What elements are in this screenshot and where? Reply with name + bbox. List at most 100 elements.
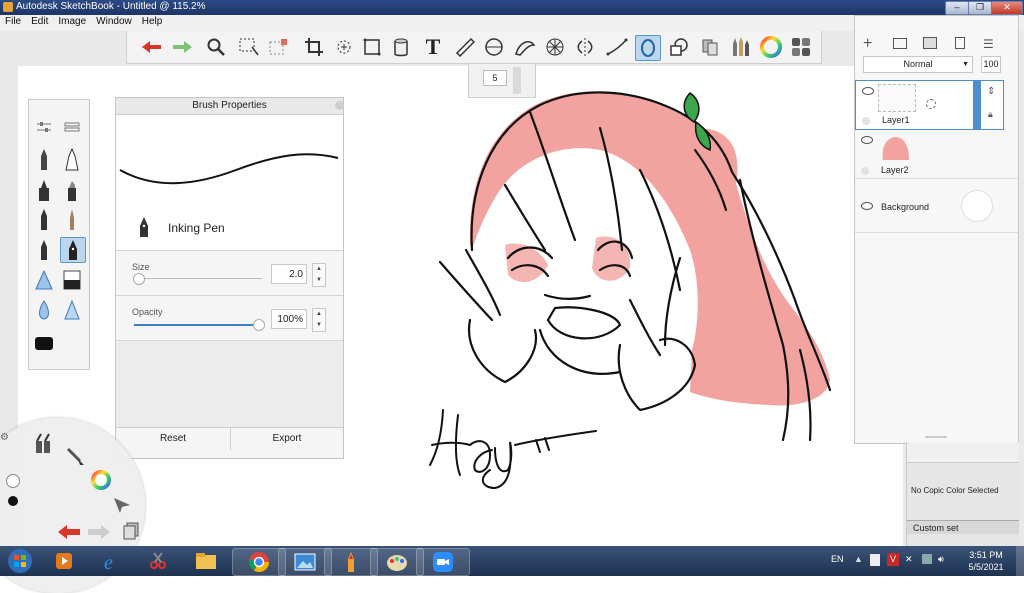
clear-layer-icon[interactable] — [955, 37, 965, 49]
select-icon[interactable] — [237, 35, 261, 59]
blur-brush-icon[interactable] — [32, 298, 56, 322]
panel-close-icon[interactable] — [335, 101, 344, 110]
brush-size-puck[interactable]: 5 — [468, 63, 536, 98]
sharpen-brush-icon[interactable] — [60, 298, 84, 322]
tray-app-icon[interactable] — [870, 554, 880, 566]
transform-select-icon[interactable] — [267, 35, 291, 59]
size-slider-knob[interactable] — [133, 273, 145, 285]
perspective-icon[interactable] — [543, 35, 567, 59]
brush-settings-icon[interactable] — [32, 117, 56, 137]
zoom-icon[interactable] — [204, 35, 228, 59]
panels-icon[interactable] — [789, 35, 813, 59]
copic-icon[interactable] — [698, 35, 722, 59]
brush-picker-icon[interactable] — [66, 447, 86, 470]
brush-palette — [28, 99, 90, 370]
layer-row-background[interactable]: Background — [855, 180, 1018, 233]
felt-tip-brush-icon[interactable] — [60, 178, 84, 202]
toolbox-icon[interactable] — [33, 432, 53, 457]
layer1-thumbnail — [878, 84, 916, 112]
tray-expand-icon[interactable]: ▲ — [854, 554, 863, 564]
color-wheel-icon[interactable] — [759, 35, 783, 59]
color-picker-wheel-icon[interactable] — [90, 469, 112, 494]
media-player-icon[interactable] — [44, 548, 84, 574]
brush-size-value[interactable]: 5 — [483, 70, 507, 86]
layer-move-icon[interactable]: ⇕ — [987, 86, 995, 97]
stroke-icon[interactable] — [605, 35, 629, 59]
lagoon-brush-size-icon[interactable] — [6, 474, 20, 488]
volume-icon[interactable]: 🔊︎ — [938, 554, 944, 565]
soft-eraser-icon[interactable] — [60, 268, 84, 292]
brush-library-icon[interactable] — [728, 35, 752, 59]
lasso-icon[interactable] — [332, 35, 356, 59]
pencil-brush-icon[interactable] — [32, 148, 56, 172]
hard-eraser-icon[interactable] — [32, 268, 56, 292]
export-button[interactable]: Export — [231, 427, 343, 450]
blend-mode-dropdown[interactable]: Normal ▼ — [863, 56, 973, 73]
layer-menu-icon[interactable]: ☰ — [983, 37, 994, 51]
opacity-stepper[interactable]: ▲ ▼ — [312, 308, 326, 332]
marker-brush-icon[interactable] — [32, 178, 56, 202]
add-layer-icon[interactable]: + — [863, 35, 872, 53]
lagoon-settings-icon[interactable]: ⚙ — [0, 432, 9, 443]
size-value-field[interactable]: 2.0 — [271, 264, 307, 284]
background-color-swatch[interactable] — [961, 190, 993, 222]
language-indicator[interactable]: EN — [831, 554, 844, 564]
undo-icon[interactable] — [139, 35, 163, 59]
layer-select-dot[interactable] — [861, 167, 869, 175]
inking-pen-brush-icon[interactable] — [60, 237, 86, 263]
ellipse-guide-icon[interactable] — [482, 35, 506, 59]
size-stepper[interactable]: ▲ ▼ — [312, 263, 326, 287]
reset-button[interactable]: Reset — [116, 427, 231, 450]
opacity-slider[interactable] — [134, 324, 262, 326]
select-arrow-icon[interactable] — [112, 496, 132, 517]
visibility-eye-icon[interactable] — [861, 136, 873, 144]
layer-lock-icon[interactable]: 🔒︎ — [988, 109, 993, 120]
brush-library-view-icon[interactable] — [60, 117, 84, 137]
crop-icon[interactable] — [302, 35, 326, 59]
ballpoint-brush-icon[interactable] — [32, 208, 56, 232]
airbrush-icon[interactable] — [32, 238, 56, 262]
redo-icon[interactable] — [171, 35, 195, 59]
smear-brush-icon[interactable] — [32, 330, 56, 354]
layers-icon[interactable] — [122, 522, 140, 543]
layer-select-dot[interactable] — [862, 117, 870, 125]
tray-icon[interactable] — [922, 554, 932, 564]
opacity-slider-knob[interactable] — [253, 319, 265, 331]
visibility-eye-icon[interactable] — [862, 87, 874, 95]
technical-pen-brush-icon[interactable] — [60, 148, 84, 172]
tray-v-icon[interactable]: V — [887, 553, 899, 566]
file-explorer-icon[interactable] — [184, 548, 228, 574]
add-image-icon[interactable] — [923, 37, 937, 49]
ruler-icon[interactable] — [453, 35, 477, 59]
panel-resize-grip[interactable] — [925, 436, 947, 438]
lock-alpha-icon[interactable] — [926, 99, 936, 109]
distort-icon[interactable] — [360, 35, 384, 59]
fill-icon[interactable] — [389, 35, 413, 59]
internet-explorer-icon[interactable]: e — [92, 548, 132, 574]
network-icon[interactable]: ✕ — [905, 554, 913, 565]
start-button[interactable] — [0, 548, 40, 574]
show-desktop-button[interactable] — [1016, 546, 1024, 576]
opacity-value-field[interactable]: 100% — [271, 309, 307, 329]
french-curve-icon[interactable] — [513, 35, 537, 59]
symmetry-icon[interactable] — [573, 35, 597, 59]
layer-opacity-field[interactable]: 100 — [981, 56, 1001, 73]
size-slider[interactable] — [134, 278, 262, 279]
clock[interactable]: 3:51 PM 5/5/2021 — [960, 549, 1012, 573]
custom-set-dropdown[interactable]: Custom set — [907, 520, 1019, 534]
visibility-eye-icon[interactable] — [861, 202, 873, 210]
snipping-tool-icon[interactable] — [138, 548, 178, 574]
shape-icon[interactable] — [667, 35, 691, 59]
layer-row-layer2[interactable]: Layer2 — [855, 130, 1018, 179]
text-icon[interactable]: T — [421, 34, 445, 59]
paint-brush-icon[interactable] — [60, 208, 84, 232]
layer-name: Background — [881, 202, 930, 212]
lagoon-undo-icon[interactable] — [56, 522, 82, 545]
ellipse-icon[interactable] — [635, 35, 661, 61]
lagoon-redo-icon[interactable] — [86, 522, 112, 545]
layer-row-layer1[interactable]: Layer1 — [855, 80, 1004, 130]
add-group-icon[interactable] — [893, 38, 907, 49]
zoom-app-icon[interactable] — [416, 548, 470, 576]
lagoon-current-color-swatch[interactable] — [8, 496, 18, 506]
brush-size-slider[interactable] — [513, 67, 521, 94]
